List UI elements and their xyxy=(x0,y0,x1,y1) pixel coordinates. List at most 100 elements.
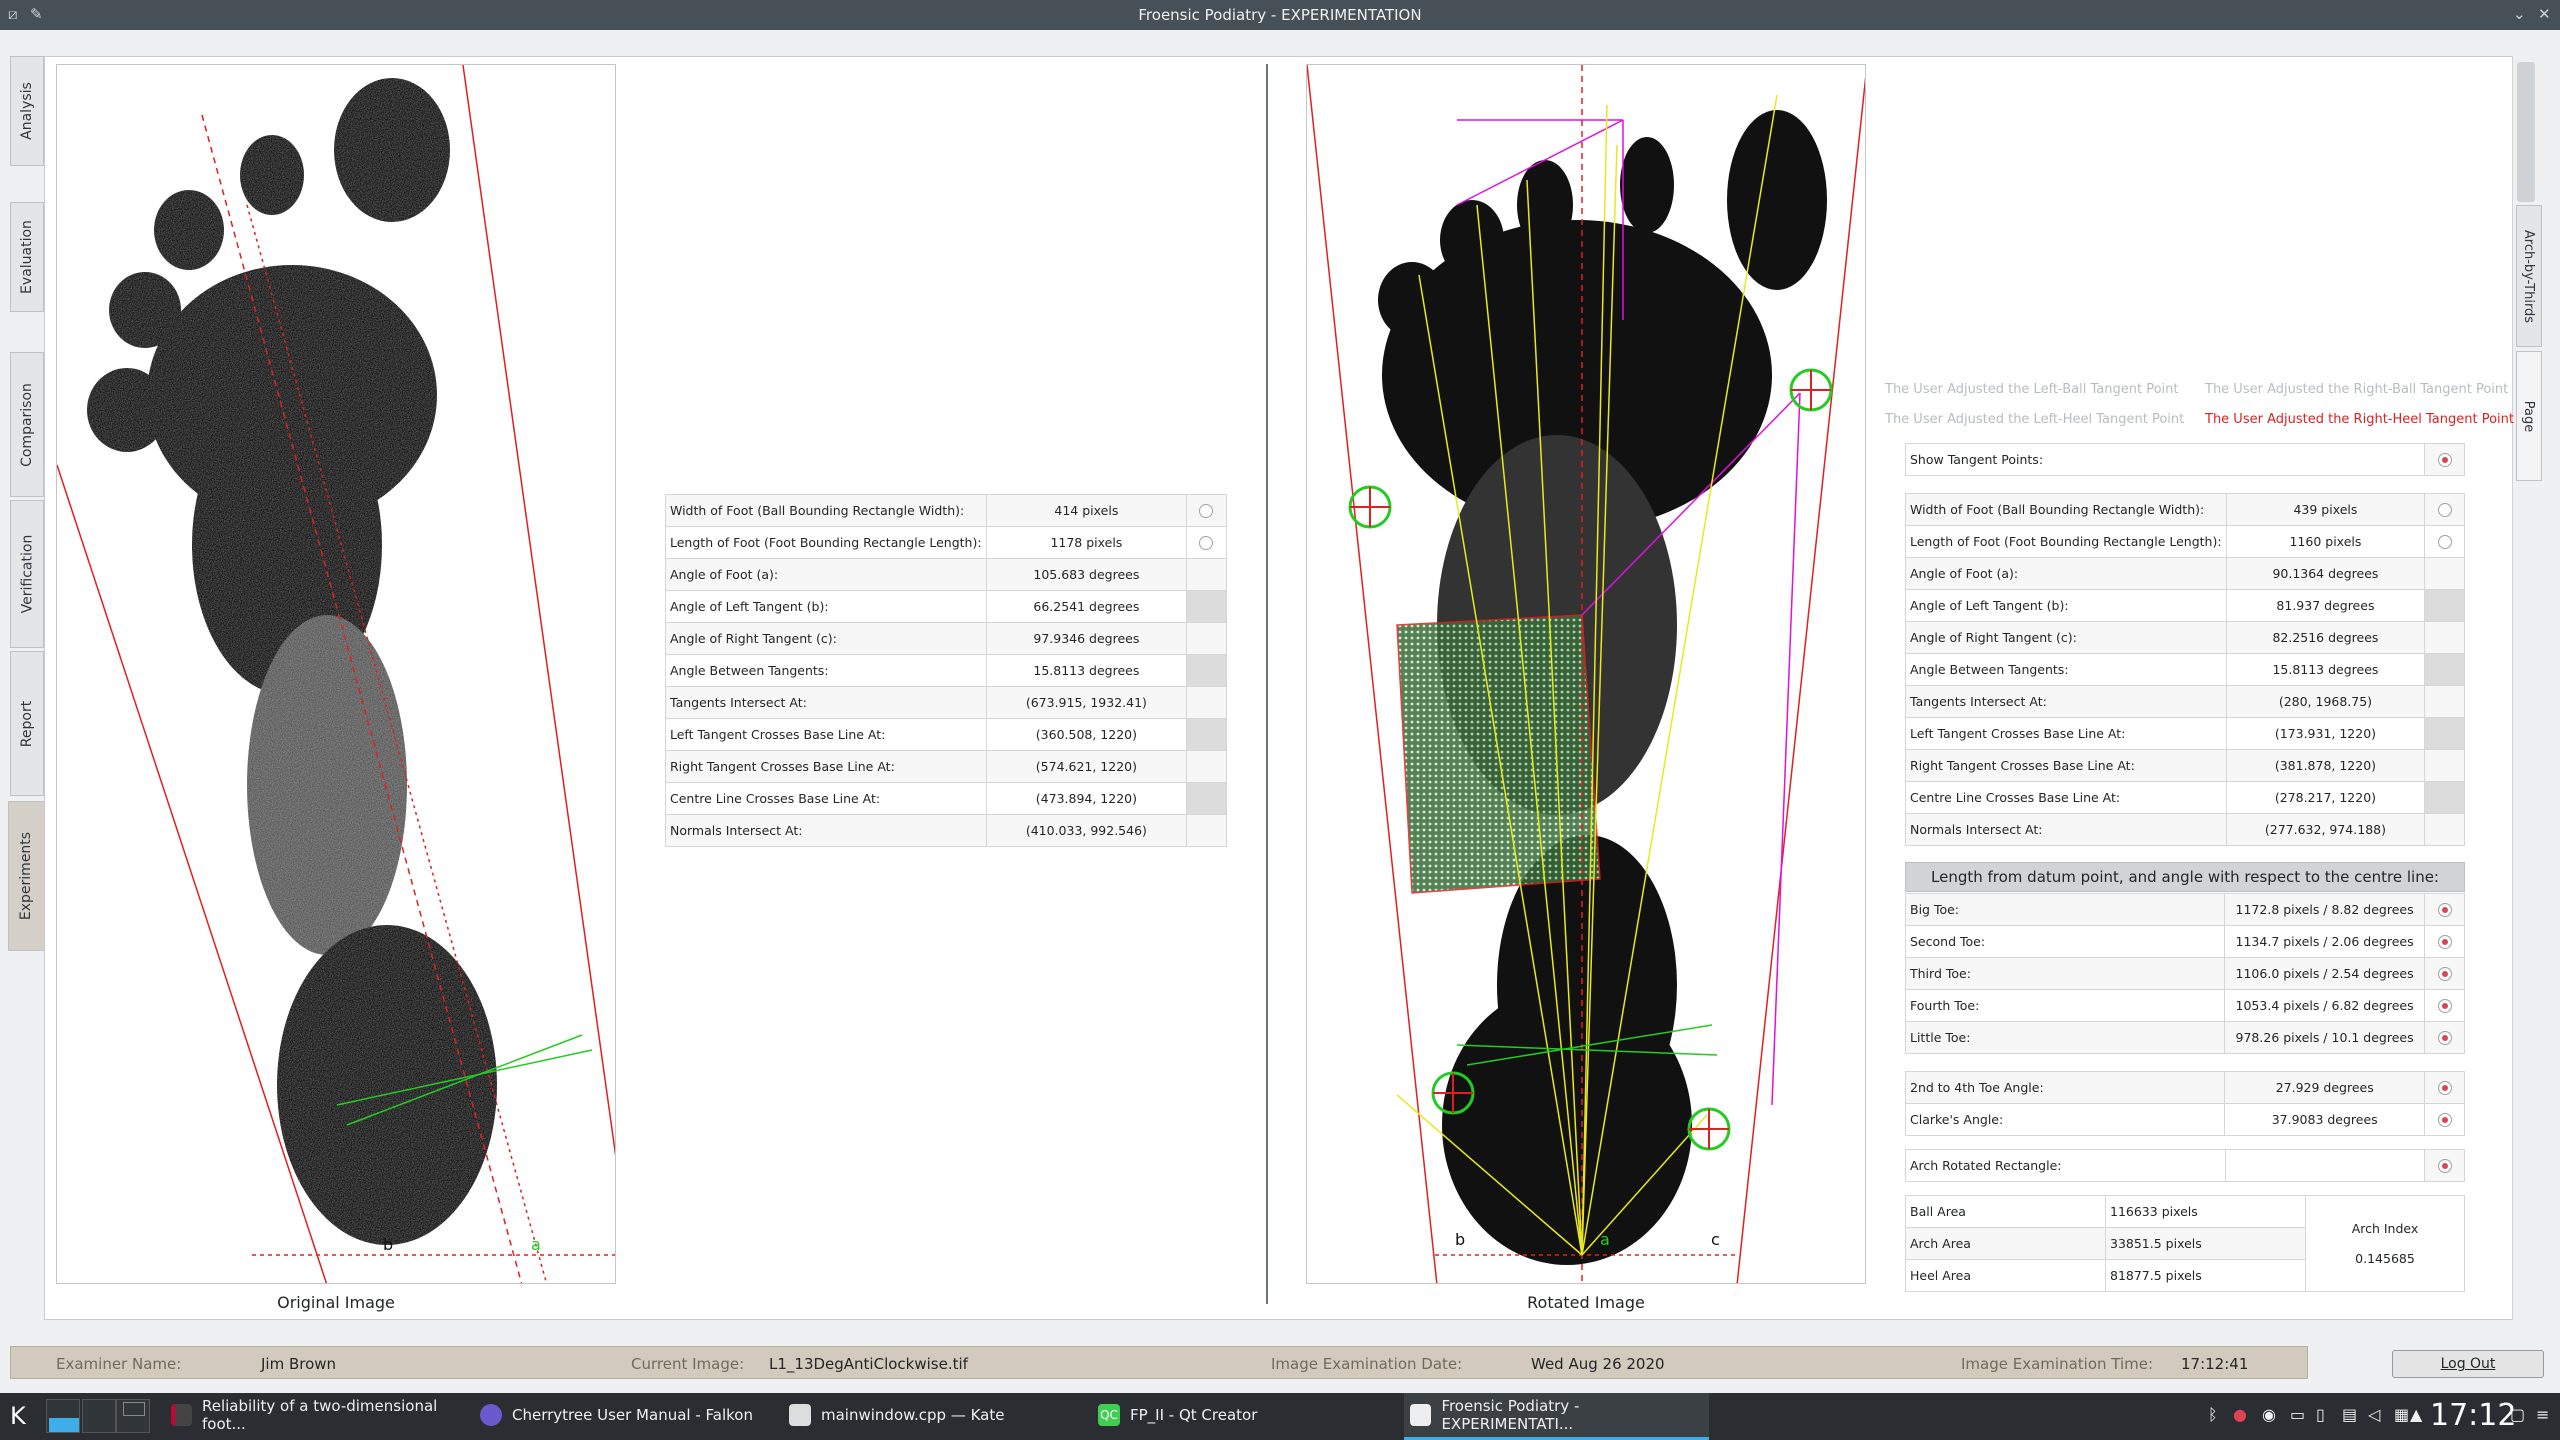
table-row: Centre Line Crosses Base Line At: (278.21… xyxy=(1905,781,2465,814)
tab-verification[interactable]: Verification xyxy=(10,500,44,648)
alert-icon[interactable]: ● xyxy=(2233,1405,2247,1424)
logout-button[interactable]: Log Out xyxy=(2392,1350,2544,1378)
show-tangent-radio[interactable] xyxy=(2437,453,2452,468)
close-icon[interactable]: ✕ xyxy=(2538,5,2551,23)
table-row: Length of Foot (Foot Bounding Rectangle … xyxy=(665,526,1228,559)
row-radio[interactable] xyxy=(1199,504,1214,519)
table-row: 2nd to 4th Toe Angle: 27.929 degrees xyxy=(1904,1071,2465,1104)
area-value: 81877.5 pixels xyxy=(2105,1259,2306,1292)
pager-desktop-3[interactable] xyxy=(116,1399,150,1433)
pager-desktop-2[interactable] xyxy=(82,1399,116,1433)
toe-angle-table: 2nd to 4th Toe Angle: 27.929 degrees Clark… xyxy=(1904,1071,2465,1136)
exam-time: 17:12:41 xyxy=(2181,1355,2249,1373)
radio-cell xyxy=(2424,893,2465,926)
tab-analysis[interactable]: Analysis xyxy=(10,56,44,166)
taskbar: K Reliability of a two-dimensional foot.… xyxy=(0,1393,2560,1440)
arch-rect-row: Arch Rotated Rectangle: xyxy=(1905,1149,2465,1182)
filler-cell xyxy=(1185,782,1228,815)
kde-launcher-icon[interactable]: K xyxy=(10,1402,26,1430)
pager-desktop-1[interactable] xyxy=(46,1399,80,1433)
tab-comparison[interactable]: Comparison xyxy=(10,352,44,497)
task-forensic-podiatry[interactable]: Froensic Podiatry - EXPERIMENTATI... xyxy=(1404,1393,1709,1440)
row-label: Fourth Toe: xyxy=(1904,989,2226,1022)
row-radio[interactable] xyxy=(2437,503,2452,518)
examiner-label: Examiner Name: xyxy=(56,1355,182,1373)
row-label: Angle of Right Tangent (c): xyxy=(1905,621,2227,654)
tab-experiments[interactable]: Experiments xyxy=(8,801,45,951)
row-value: 1106.0 pixels / 2.54 degrees xyxy=(2224,957,2426,990)
row-label: Tangents Intersect At: xyxy=(1905,685,2227,718)
clock[interactable]: 17:12 xyxy=(2430,1398,2516,1433)
filler-cell xyxy=(1185,718,1228,751)
row-radio[interactable] xyxy=(2437,1031,2452,1046)
battery-icon[interactable]: ▯ xyxy=(2316,1405,2325,1424)
tab-page[interactable]: Page xyxy=(2516,351,2542,481)
filler-cell xyxy=(2424,813,2465,846)
row-radio[interactable] xyxy=(2437,967,2452,982)
examiner-name: Jim Brown xyxy=(261,1355,337,1373)
table-row: Normals Intersect At: (277.632, 974.188) xyxy=(1905,813,2465,846)
filler-cell xyxy=(2424,685,2465,718)
rotated-measurements-table: Width of Foot (Ball Bounding Rectangle W… xyxy=(1905,493,2465,846)
filler-cell xyxy=(1185,654,1228,687)
row-label: Angle Between Tangents: xyxy=(665,654,987,687)
tab-evaluation[interactable]: Evaluation xyxy=(10,202,44,312)
current-image-name: L1_13DegAntiClockwise.tif xyxy=(769,1355,968,1373)
original-foot-image[interactable]: b a xyxy=(56,64,616,1284)
task-kate[interactable]: mainwindow.cpp — Kate xyxy=(783,1393,1088,1440)
table-row: Big Toe: 1172.8 pixels / 8.82 degrees xyxy=(1904,893,2465,926)
row-radio[interactable] xyxy=(2437,999,2452,1014)
label-b: b xyxy=(1455,1230,1465,1249)
bluetooth-icon[interactable]: ᛒ xyxy=(2208,1405,2218,1424)
row-radio[interactable] xyxy=(2437,1113,2452,1128)
display-icon[interactable]: ▭ xyxy=(2290,1405,2305,1424)
exam-date-label: Image Examination Date: xyxy=(1271,1355,1463,1373)
row-label: Big Toe: xyxy=(1904,893,2226,926)
table-row: Left Tangent Crosses Base Line At: (173.9… xyxy=(1905,717,2465,750)
volume-icon[interactable]: ◁ xyxy=(2368,1405,2380,1424)
scrollbar-thumb[interactable] xyxy=(2517,62,2535,202)
table-row: Second Toe: 1134.7 pixels / 2.06 degrees xyxy=(1904,925,2465,958)
filler-cell xyxy=(1185,622,1228,655)
tab-report[interactable]: Report xyxy=(10,651,44,796)
window-titlebar: ⧄ ✎ Froensic Podiatry - EXPERIMENTATION … xyxy=(0,0,2560,30)
row-value: (574.621, 1220) xyxy=(985,750,1187,783)
row-radio[interactable] xyxy=(2437,1081,2452,1096)
row-radio[interactable] xyxy=(1199,536,1214,551)
rotated-foot-image[interactable]: b a c xyxy=(1306,64,1866,1284)
panel-settings-icon[interactable]: ≡ xyxy=(2536,1405,2549,1424)
task-qt-creator[interactable]: QC FP_II - Qt Creator xyxy=(1092,1393,1397,1440)
row-radio[interactable] xyxy=(2437,903,2452,918)
row-label: Length of Foot (Foot Bounding Rectangle … xyxy=(1905,525,2227,558)
arch-index-value: 0.145685 xyxy=(2355,1250,2415,1266)
tray-expand-icon[interactable]: ▲ xyxy=(2410,1405,2422,1424)
hint-right-heel: The User Adjusted the Right-Heel Tangent… xyxy=(2205,412,2514,427)
tab-arch-by-thirds[interactable]: Arch-by-Thirds xyxy=(2516,205,2542,347)
radio-cell xyxy=(2424,493,2465,526)
label-a: a xyxy=(1600,1230,1610,1249)
document-viewer-icon xyxy=(171,1404,192,1426)
row-label: Left Tangent Crosses Base Line At: xyxy=(665,718,987,751)
table-row: Angle of Left Tangent (b): 81.937 degrees xyxy=(1905,589,2465,622)
task-reliability[interactable]: Reliability of a two-dimensional foot... xyxy=(165,1393,470,1440)
table-row: Angle Between Tangents: 15.8113 degrees xyxy=(665,654,1228,687)
table-row: Right Tangent Crosses Base Line At: (381.… xyxy=(1905,749,2465,782)
row-value: 105.683 degrees xyxy=(985,558,1187,591)
clipboard-icon[interactable]: ▤ xyxy=(2342,1405,2357,1424)
row-value: (381.878, 1220) xyxy=(2225,749,2426,782)
arch-rect-radio[interactable] xyxy=(2437,1159,2452,1174)
notifications-icon[interactable]: ◉ xyxy=(2262,1405,2276,1424)
show-desktop-icon[interactable]: ▢ xyxy=(2510,1405,2525,1424)
task-label: FP_II - Qt Creator xyxy=(1130,1406,1258,1424)
row-radio[interactable] xyxy=(2437,935,2452,950)
network-icon[interactable]: ▦ xyxy=(2394,1405,2409,1424)
row-label: Left Tangent Crosses Base Line At: xyxy=(1905,717,2227,750)
row-value: 414 pixels xyxy=(985,494,1187,527)
filler-cell xyxy=(2424,653,2465,686)
table-row: Angle of Right Tangent (c): 97.9346 degre… xyxy=(665,622,1228,655)
task-falkon[interactable]: Cherrytree User Manual - Falkon xyxy=(474,1393,779,1440)
row-radio[interactable] xyxy=(2437,535,2452,550)
arch-rect-value xyxy=(2224,1149,2426,1182)
rotated-image-caption: Rotated Image xyxy=(1527,1293,1645,1312)
minimize-icon[interactable]: ⌄ xyxy=(2513,5,2526,23)
